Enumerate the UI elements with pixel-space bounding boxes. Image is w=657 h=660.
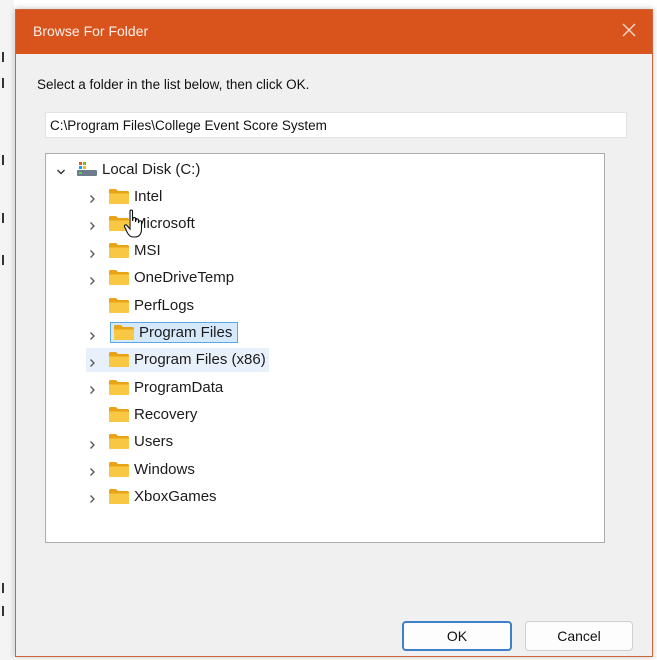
folder-tree[interactable]: Local Disk (C:) Intel Microsoft MSI OneDriv… bbox=[45, 153, 605, 543]
tree-item[interactable]: Recovery bbox=[86, 402, 200, 426]
folder-icon bbox=[108, 242, 130, 259]
tree-item[interactable]: PerfLogs bbox=[86, 293, 197, 317]
background-mark bbox=[2, 255, 4, 265]
chevron-right-icon[interactable] bbox=[87, 273, 97, 285]
tree-item[interactable]: ProgramData bbox=[86, 375, 226, 399]
folder-path-field[interactable] bbox=[45, 112, 627, 138]
folder-icon bbox=[113, 324, 135, 341]
title-bar[interactable]: Browse For Folder bbox=[16, 10, 652, 54]
tree-item[interactable]: Users bbox=[86, 430, 176, 454]
background-mark bbox=[2, 52, 4, 62]
folder-icon bbox=[108, 269, 130, 286]
tree-item-label: Users bbox=[134, 433, 174, 451]
tree-item-label: Microsoft bbox=[134, 214, 195, 232]
background-mark bbox=[2, 606, 4, 616]
tree-item-label: ProgramData bbox=[134, 378, 224, 396]
background-window-edge bbox=[0, 0, 14, 660]
folder-icon bbox=[108, 297, 130, 314]
chevron-down-icon[interactable] bbox=[56, 164, 66, 175]
chevron-right-icon[interactable] bbox=[87, 355, 97, 367]
close-button[interactable] bbox=[606, 10, 652, 54]
folder-icon bbox=[108, 215, 130, 232]
chevron-right-icon[interactable] bbox=[87, 246, 97, 258]
chevron-right-icon[interactable] bbox=[87, 328, 97, 340]
folder-icon bbox=[108, 351, 130, 368]
tree-item-label: PerfLogs bbox=[134, 296, 195, 314]
chevron-right-icon[interactable] bbox=[87, 437, 97, 449]
folder-icon bbox=[108, 488, 130, 505]
folder-icon bbox=[108, 433, 130, 450]
tree-root-label: Local Disk (C:) bbox=[102, 160, 201, 178]
folder-icon bbox=[108, 188, 130, 205]
tree-item[interactable]: Microsoft bbox=[86, 211, 198, 235]
chevron-right-icon[interactable] bbox=[87, 491, 97, 504]
tree-item[interactable]: Intel bbox=[86, 184, 165, 208]
local-disk-icon bbox=[76, 161, 98, 177]
dialog-title: Browse For Folder bbox=[33, 23, 149, 39]
tree-item-label: Intel bbox=[134, 187, 163, 205]
tree-item[interactable]: Program Files (x86) bbox=[86, 347, 269, 372]
tree-item[interactable]: XboxGames bbox=[86, 484, 220, 508]
folder-icon bbox=[108, 406, 130, 423]
cancel-button[interactable]: Cancel bbox=[525, 621, 633, 651]
background-mark bbox=[2, 78, 4, 88]
tree-item-label: MSI bbox=[134, 242, 161, 260]
tree-item[interactable]: OneDriveTemp bbox=[86, 266, 237, 290]
tree-item-label: Program Files (x86) bbox=[134, 351, 266, 369]
close-icon bbox=[622, 23, 636, 42]
tree-item-label: XboxGames bbox=[134, 487, 217, 505]
ok-button[interactable]: OK bbox=[402, 621, 512, 651]
chevron-right-icon[interactable] bbox=[87, 464, 97, 476]
background-mark bbox=[2, 155, 4, 165]
tree-item[interactable]: Windows bbox=[86, 457, 198, 481]
instruction-text: Select a folder in the list below, then … bbox=[37, 77, 310, 92]
tree-item[interactable]: MSI bbox=[86, 239, 164, 263]
chevron-right-icon[interactable] bbox=[87, 382, 97, 395]
tree-item-label: Windows bbox=[134, 460, 195, 478]
chevron-right-icon[interactable] bbox=[87, 191, 97, 203]
chevron-right-icon[interactable] bbox=[87, 218, 97, 231]
tree-root-local-disk[interactable]: Local Disk (C:) bbox=[54, 157, 203, 181]
tree-item[interactable]: Program Files bbox=[86, 321, 239, 345]
background-mark bbox=[2, 213, 4, 223]
folder-icon bbox=[108, 461, 130, 478]
browse-for-folder-dialog: Browse For Folder Select a folder in the… bbox=[15, 9, 653, 657]
background-mark bbox=[2, 583, 4, 593]
tree-item-label: OneDriveTemp bbox=[134, 269, 235, 287]
tree-item-label: Program Files bbox=[139, 324, 233, 341]
tree-item-label: Recovery bbox=[134, 405, 198, 423]
folder-icon bbox=[108, 379, 130, 396]
